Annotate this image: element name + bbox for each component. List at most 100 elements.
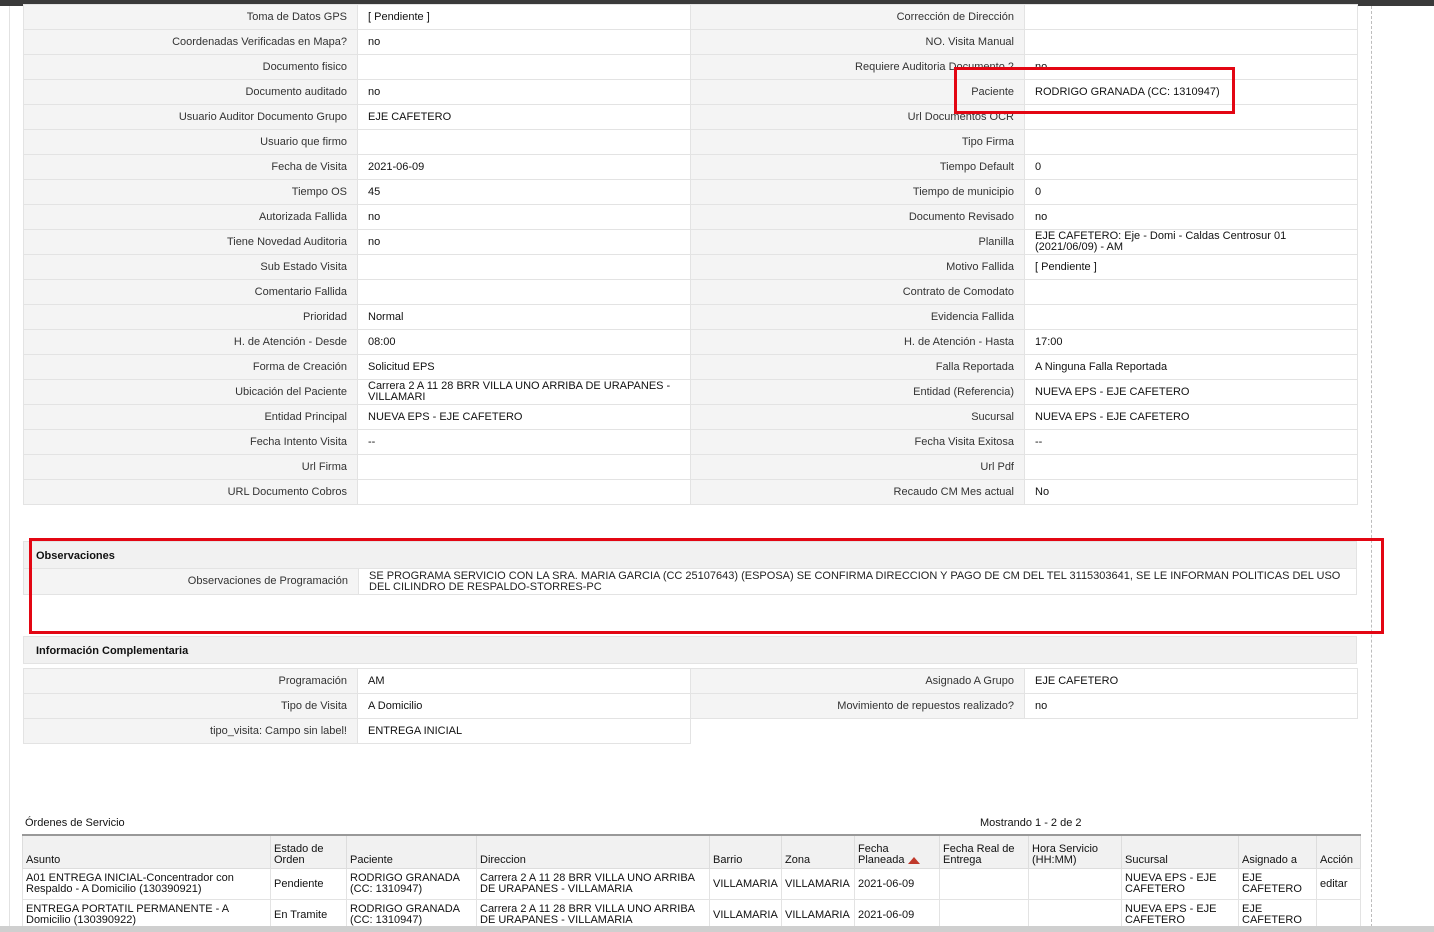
- table-cell: RODRIGO GRANADA (CC: 1310947): [346, 868, 477, 900]
- orders-column-header[interactable]: Hora Servicio (HH:MM): [1028, 834, 1122, 869]
- details-row: Documento fisico Requiere Auditoria Docum…: [23, 54, 1358, 80]
- column-header-label: Hora Servicio (HH:MM): [1032, 843, 1099, 866]
- field-label: Toma de Datos GPS: [23, 4, 358, 30]
- field-value: EJE CAFETERO: [1024, 668, 1358, 694]
- details-row: H. de Atención - Desde 08:00 H. de Atenció…: [23, 329, 1358, 355]
- field-value: EJE CAFETERO: Eje - Domi - Caldas Centro…: [1024, 229, 1358, 255]
- field-label: Comentario Fallida: [23, 279, 358, 305]
- table-cell: VILLAMARIA: [709, 868, 782, 900]
- column-header-label: Acción: [1320, 854, 1354, 866]
- orders-column-header[interactable]: Fecha Planeada: [854, 834, 940, 869]
- field-label: Requiere Auditoria Documento 2: [690, 54, 1025, 80]
- field-value: [1024, 104, 1358, 130]
- field-value: no: [1024, 54, 1358, 80]
- details-row: Comentario Fallida Contrato de Comodato: [23, 279, 1358, 305]
- observaciones-row: Observaciones de Programación SE PROGRAM…: [23, 569, 1357, 595]
- field-value: AM: [357, 668, 691, 694]
- field-value: [357, 54, 691, 80]
- orders-column-header[interactable]: Direccion: [476, 834, 710, 869]
- observaciones-section: Observaciones Observaciones de Programac…: [23, 541, 1357, 595]
- edit-link[interactable]: editar: [1316, 868, 1361, 900]
- field-label: Ubicación del Paciente: [23, 379, 358, 405]
- field-label: Fecha de Visita: [23, 154, 358, 180]
- field-label: Tiempo de municipio: [690, 179, 1025, 205]
- visit-details-table: Toma de Datos GPS[ Pendiente ] Corrección…: [23, 4, 1358, 505]
- field-value: RODRIGO GRANADA (CC: 1310947): [1024, 79, 1358, 105]
- service-orders-table: Asunto Estado de Orden Paciente Direccion Ba…: [22, 834, 1361, 931]
- field-value: [1024, 279, 1358, 305]
- field-label: Tiempo OS: [23, 179, 358, 205]
- field-value: [ Pendiente ]: [1024, 254, 1358, 280]
- field-label: Coordenadas Verificadas en Mapa?: [23, 29, 358, 55]
- field-value: [357, 454, 691, 480]
- table-cell: Carrera 2 A 11 28 BRR VILLA UNO ARRIBA D…: [476, 868, 710, 900]
- details-row: Ubicación del Paciente Carrera 2 A 11 28 …: [23, 379, 1358, 405]
- orders-column-header[interactable]: Sucursal: [1121, 834, 1239, 869]
- field-label: Fecha Visita Exitosa: [690, 429, 1025, 455]
- field-value: ENTREGA INICIAL: [357, 718, 691, 744]
- field-label: Tiene Novedad Auditoria: [23, 229, 358, 255]
- details-row: Tiene Novedad Auditoria no Planilla EJE CAF…: [23, 229, 1358, 255]
- table-cell: 2021-06-09: [854, 868, 940, 900]
- column-header-label: Asunto: [26, 854, 61, 866]
- field-label: Url Firma: [23, 454, 358, 480]
- field-label: Sub Estado Visita: [23, 254, 358, 280]
- details-row: Autorizada Fallida no Documento Revisado no: [23, 204, 1358, 230]
- details-row: Usuario que firmo Tipo Firma: [23, 129, 1358, 155]
- orders-column-header[interactable]: Asunto: [22, 834, 271, 869]
- field-label: Url Pdf: [690, 454, 1025, 480]
- complementaria-row: tipo_visita: Campo sin label! ENTREGA INI…: [23, 718, 1358, 744]
- field-value: 2021-06-09: [357, 154, 691, 180]
- orders-column-header[interactable]: Paciente: [346, 834, 477, 869]
- field-label: Forma de Creación: [23, 354, 358, 380]
- column-header-label: Fecha Real de Entrega: [943, 843, 1015, 866]
- field-value: 08:00: [357, 329, 691, 355]
- field-label: H. de Atención - Hasta: [690, 329, 1025, 355]
- table-row[interactable]: A01 ENTREGA INICIAL-Concentrador con Res…: [22, 868, 1361, 900]
- column-header-label: Barrio: [713, 854, 743, 866]
- field-value: Carrera 2 A 11 28 BRR VILLA UNO ARRIBA D…: [357, 379, 691, 405]
- column-header-label: Paciente: [350, 854, 393, 866]
- field-value: Normal: [357, 304, 691, 330]
- details-row: Prioridad Normal Evidencia Fallida: [23, 304, 1358, 330]
- field-label: Motivo Fallida: [690, 254, 1025, 280]
- observaciones-value: SE PROGRAMA SERVICIO CON LA SRA. MARIA G…: [358, 569, 1356, 594]
- orders-column-header[interactable]: Fecha Real de Entrega: [939, 834, 1029, 869]
- field-label: Paciente: [690, 79, 1025, 105]
- field-value: no: [357, 29, 691, 55]
- field-label: Planilla: [690, 229, 1025, 255]
- field-label: Autorizada Fallida: [23, 204, 358, 230]
- table-cell: Pendiente: [270, 868, 347, 900]
- details-row: Documento auditado no Paciente RODRIGO GRAN…: [23, 79, 1358, 105]
- field-label: Programación: [23, 668, 358, 694]
- orders-column-header[interactable]: Asignado a: [1238, 834, 1317, 869]
- details-row: Entidad Principal NUEVA EPS - EJE CAFETER…: [23, 404, 1358, 430]
- right-dashed-border: [1371, 6, 1372, 932]
- horizontal-scrollbar[interactable]: [0, 926, 1434, 932]
- table-cell: A01 ENTREGA INICIAL-Concentrador con Res…: [22, 868, 271, 900]
- field-value: [1024, 29, 1358, 55]
- sort-ascending-icon[interactable]: [907, 856, 920, 864]
- field-value: No: [1024, 479, 1358, 505]
- orders-column-header[interactable]: Acción: [1316, 834, 1361, 869]
- table-cell: VILLAMARIA: [781, 868, 855, 900]
- field-label: Movimiento de repuestos realizado?: [690, 693, 1025, 719]
- field-label: Sucursal: [690, 404, 1025, 430]
- field-value: [ Pendiente ]: [357, 4, 691, 30]
- field-value: [1024, 454, 1358, 480]
- orders-column-header[interactable]: Barrio: [709, 834, 782, 869]
- field-label: URL Documento Cobros: [23, 479, 358, 505]
- field-label: Entidad Principal: [23, 404, 358, 430]
- field-value: Solicitud EPS: [357, 354, 691, 380]
- field-label: Usuario que firmo: [23, 129, 358, 155]
- orders-column-header[interactable]: Zona: [781, 834, 855, 869]
- field-value: --: [357, 429, 691, 455]
- field-value: no: [357, 229, 691, 255]
- orders-column-header[interactable]: Estado de Orden: [270, 834, 347, 869]
- complementaria-row: Tipo de Visita A Domicilio Movimiento de r…: [23, 693, 1358, 719]
- field-label: Tipo de Visita: [23, 693, 358, 719]
- field-label: Tiempo Default: [690, 154, 1025, 180]
- field-label: Falla Reportada: [690, 354, 1025, 380]
- details-row: Coordenadas Verificadas en Mapa? no NO. Vi…: [23, 29, 1358, 55]
- field-label: H. de Atención - Desde: [23, 329, 358, 355]
